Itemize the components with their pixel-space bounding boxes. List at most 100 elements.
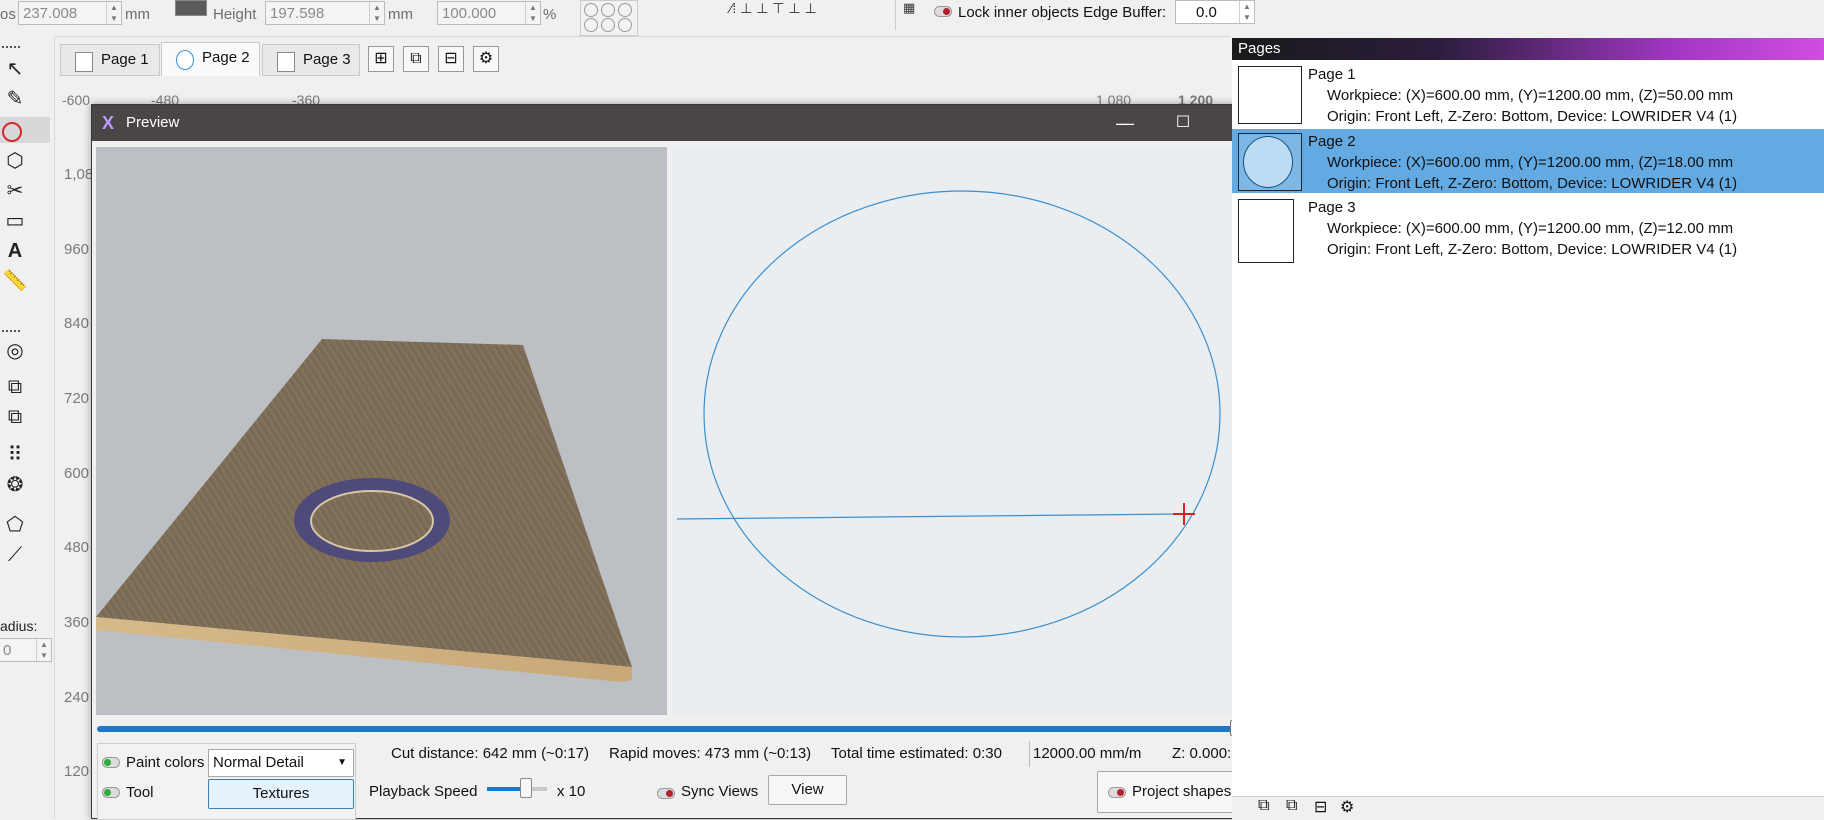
page-thumbnail: [1238, 199, 1294, 263]
add-page-button[interactable]: ⊞: [368, 46, 394, 72]
cut-distance-text: Cut distance: 642 mm (~0:17): [391, 745, 590, 762]
property-bar: os 237.008 ▲ ▼ mm Height 197.598 ▲ ▼ mm 10…: [0, 0, 1255, 37]
spin-arrows-icon[interactable]: ▲ ▼: [106, 2, 121, 24]
rectangle-icon[interactable]: ▭: [0, 208, 30, 234]
tab-page-1[interactable]: Page 1: [60, 44, 160, 76]
anchor-point-icon[interactable]: [601, 3, 615, 17]
node-edit-icon[interactable]: ⬠: [0, 512, 30, 538]
playback-speed-label: Playback Speed: [369, 783, 478, 800]
toolpath-canvas: [676, 190, 1221, 638]
app-logo-icon: X: [102, 113, 115, 133]
anchor-point-icon[interactable]: [584, 3, 598, 17]
page-settings-button[interactable]: ⚙: [473, 46, 499, 72]
trim-icon[interactable]: ⟋: [0, 542, 30, 568]
page-list-item[interactable]: Page 3 Workpiece: (X)=600.00 mm, (Y)=120…: [1232, 195, 1824, 263]
tab-page-2[interactable]: Page 2: [161, 42, 260, 76]
add-page-icon[interactable]: ⧉: [1258, 797, 1269, 815]
sync-views-toggle[interactable]: [657, 788, 675, 799]
page-icon: [176, 50, 194, 70]
anchor-point-icon[interactable]: [584, 18, 598, 32]
radius-spinbox[interactable]: 0 ▲ ▼: [0, 638, 52, 662]
paint-colors-toggle[interactable]: [102, 757, 120, 768]
pages-panel: Pages Page 1 Workpiece: (X)=600.00 mm, (…: [1232, 38, 1824, 820]
page-origin: Origin: Front Left, Z-Zero: Bottom, Devi…: [1327, 108, 1738, 125]
position-label: os: [0, 6, 16, 23]
remove-page-icon[interactable]: ⊟: [1314, 797, 1327, 817]
playback-speed-handle[interactable]: [520, 778, 532, 798]
select-arrow-icon[interactable]: ↖: [0, 56, 30, 82]
height-spinbox[interactable]: 197.598 ▲ ▼: [265, 1, 385, 25]
pen-icon[interactable]: ✎: [0, 86, 30, 112]
paint-colors-label: Paint colors: [126, 754, 205, 771]
chevron-down-icon: ▼: [337, 757, 347, 768]
page-name: Page 3: [1308, 199, 1356, 216]
total-time-text: Total time estimated: 0:30: [831, 745, 1002, 762]
remove-page-button[interactable]: ⊟: [438, 46, 464, 72]
page-list-item-selected[interactable]: Page 2 Workpiece: (X)=600.00 mm, (Y)=120…: [1232, 129, 1824, 193]
lock-inner-toggle[interactable]: [934, 6, 952, 17]
page-list-item[interactable]: Page 1 Workpiece: (X)=600.00 mm, (Y)=120…: [1232, 62, 1824, 126]
spin-arrows-icon[interactable]: ▲ ▼: [1239, 1, 1254, 23]
ruler-icon[interactable]: 📏: [0, 268, 30, 294]
align-tools-icon[interactable]: ⁄⁞ ⊥ ⊥ ⊤ ⊥ ⊥: [730, 0, 817, 17]
duplicate-page-icon[interactable]: ⧉: [1286, 797, 1297, 815]
playback-multiplier: x 10: [557, 783, 586, 800]
ellipse-tool-icon[interactable]: [0, 117, 50, 143]
anchor-point-icon[interactable]: [618, 18, 632, 32]
copy-icon[interactable]: ⧉: [0, 374, 30, 400]
page-origin: Origin: Front Left, Z-Zero: Bottom, Devi…: [1327, 241, 1738, 258]
horizontal-ruler: -600 -480 -360 1 080 1 200: [58, 86, 1228, 108]
circular-array-icon[interactable]: ❂: [0, 472, 30, 498]
left-toolbar: ↖ ✎ ⬡ ✂ ▭ A 📏 ◎ ⧉ ⧉ ⠿ ❂ ⬠ ⟋ adius: 0 ▲ ▼: [0, 36, 55, 819]
edge-buffer-spinbox[interactable]: 0.0 ▲ ▼: [1175, 0, 1255, 24]
minimize-button[interactable]: —: [1105, 109, 1145, 137]
spin-arrows-icon[interactable]: ▲ ▼: [36, 639, 51, 661]
anchor-point-icon[interactable]: [601, 18, 615, 32]
playback-progress-bar[interactable]: [97, 726, 1242, 732]
page-thumbnail: [1238, 133, 1302, 191]
tab-label: Page 2: [202, 49, 250, 66]
maximize-button[interactable]: ☐: [1163, 109, 1203, 137]
spin-arrows-icon[interactable]: ▲ ▼: [525, 2, 540, 24]
2d-toolpath-view[interactable]: [672, 147, 1251, 715]
page-workpiece: Workpiece: (X)=600.00 mm, (Y)=1200.00 mm…: [1327, 220, 1734, 237]
preview-title: Preview: [126, 114, 180, 131]
pages-panel-header: Pages: [1232, 38, 1824, 60]
project-shapes-toggle: [1108, 787, 1126, 798]
anchor-grid[interactable]: [580, 0, 638, 36]
color-swatch[interactable]: [175, 0, 207, 16]
view-button[interactable]: View: [768, 775, 847, 805]
spin-arrows-icon[interactable]: ▲ ▼: [369, 2, 384, 24]
offset-icon[interactable]: ◎: [0, 338, 30, 364]
3d-preview-view[interactable]: [96, 147, 667, 715]
boolean-icon[interactable]: ⧉: [0, 404, 30, 430]
scissors-icon[interactable]: ✂: [0, 178, 30, 204]
polygon-icon[interactable]: ⬡: [0, 148, 30, 174]
toolbar-divider: [895, 0, 896, 30]
height-label: Height: [213, 6, 257, 23]
position-x-spinbox[interactable]: 237.008 ▲ ▼: [18, 1, 122, 25]
detail-level-select[interactable]: Normal Detail ▼: [208, 749, 354, 777]
scale-spinbox[interactable]: 100.000 ▲ ▼: [437, 1, 541, 25]
tool-toggle[interactable]: [102, 787, 120, 798]
group-icon[interactable]: ▦: [903, 0, 915, 16]
textures-button[interactable]: Textures: [208, 779, 354, 809]
duplicate-page-button[interactable]: ⧉: [403, 46, 429, 72]
preview-window: X Preview — ☐ ✕: [91, 104, 1252, 820]
edge-buffer-value: 0.0: [1196, 4, 1217, 21]
text-tool-icon[interactable]: A: [0, 238, 30, 264]
settings-icon[interactable]: ⚙: [1340, 797, 1354, 817]
tab-page-3[interactable]: Page 3: [262, 44, 360, 76]
anchor-point-icon[interactable]: [618, 3, 632, 17]
page-name: Page 1: [1308, 66, 1356, 83]
ruler-tick: 360: [64, 614, 90, 631]
grid-array-icon[interactable]: ⠿: [0, 442, 30, 468]
rapid-moves-text: Rapid moves: 473 mm (~0:13): [609, 745, 812, 762]
page-name: Page 2: [1308, 133, 1356, 150]
radius-label: adius:: [0, 618, 38, 634]
tool-label: Tool: [126, 784, 154, 801]
preview-titlebar[interactable]: X Preview — ☐ ✕: [92, 105, 1251, 141]
project-shapes-button[interactable]: Project shapes: [1097, 771, 1247, 813]
feed-rate-text: 12000.00 mm/m: [1033, 745, 1142, 762]
grip-icon: [2, 46, 20, 51]
